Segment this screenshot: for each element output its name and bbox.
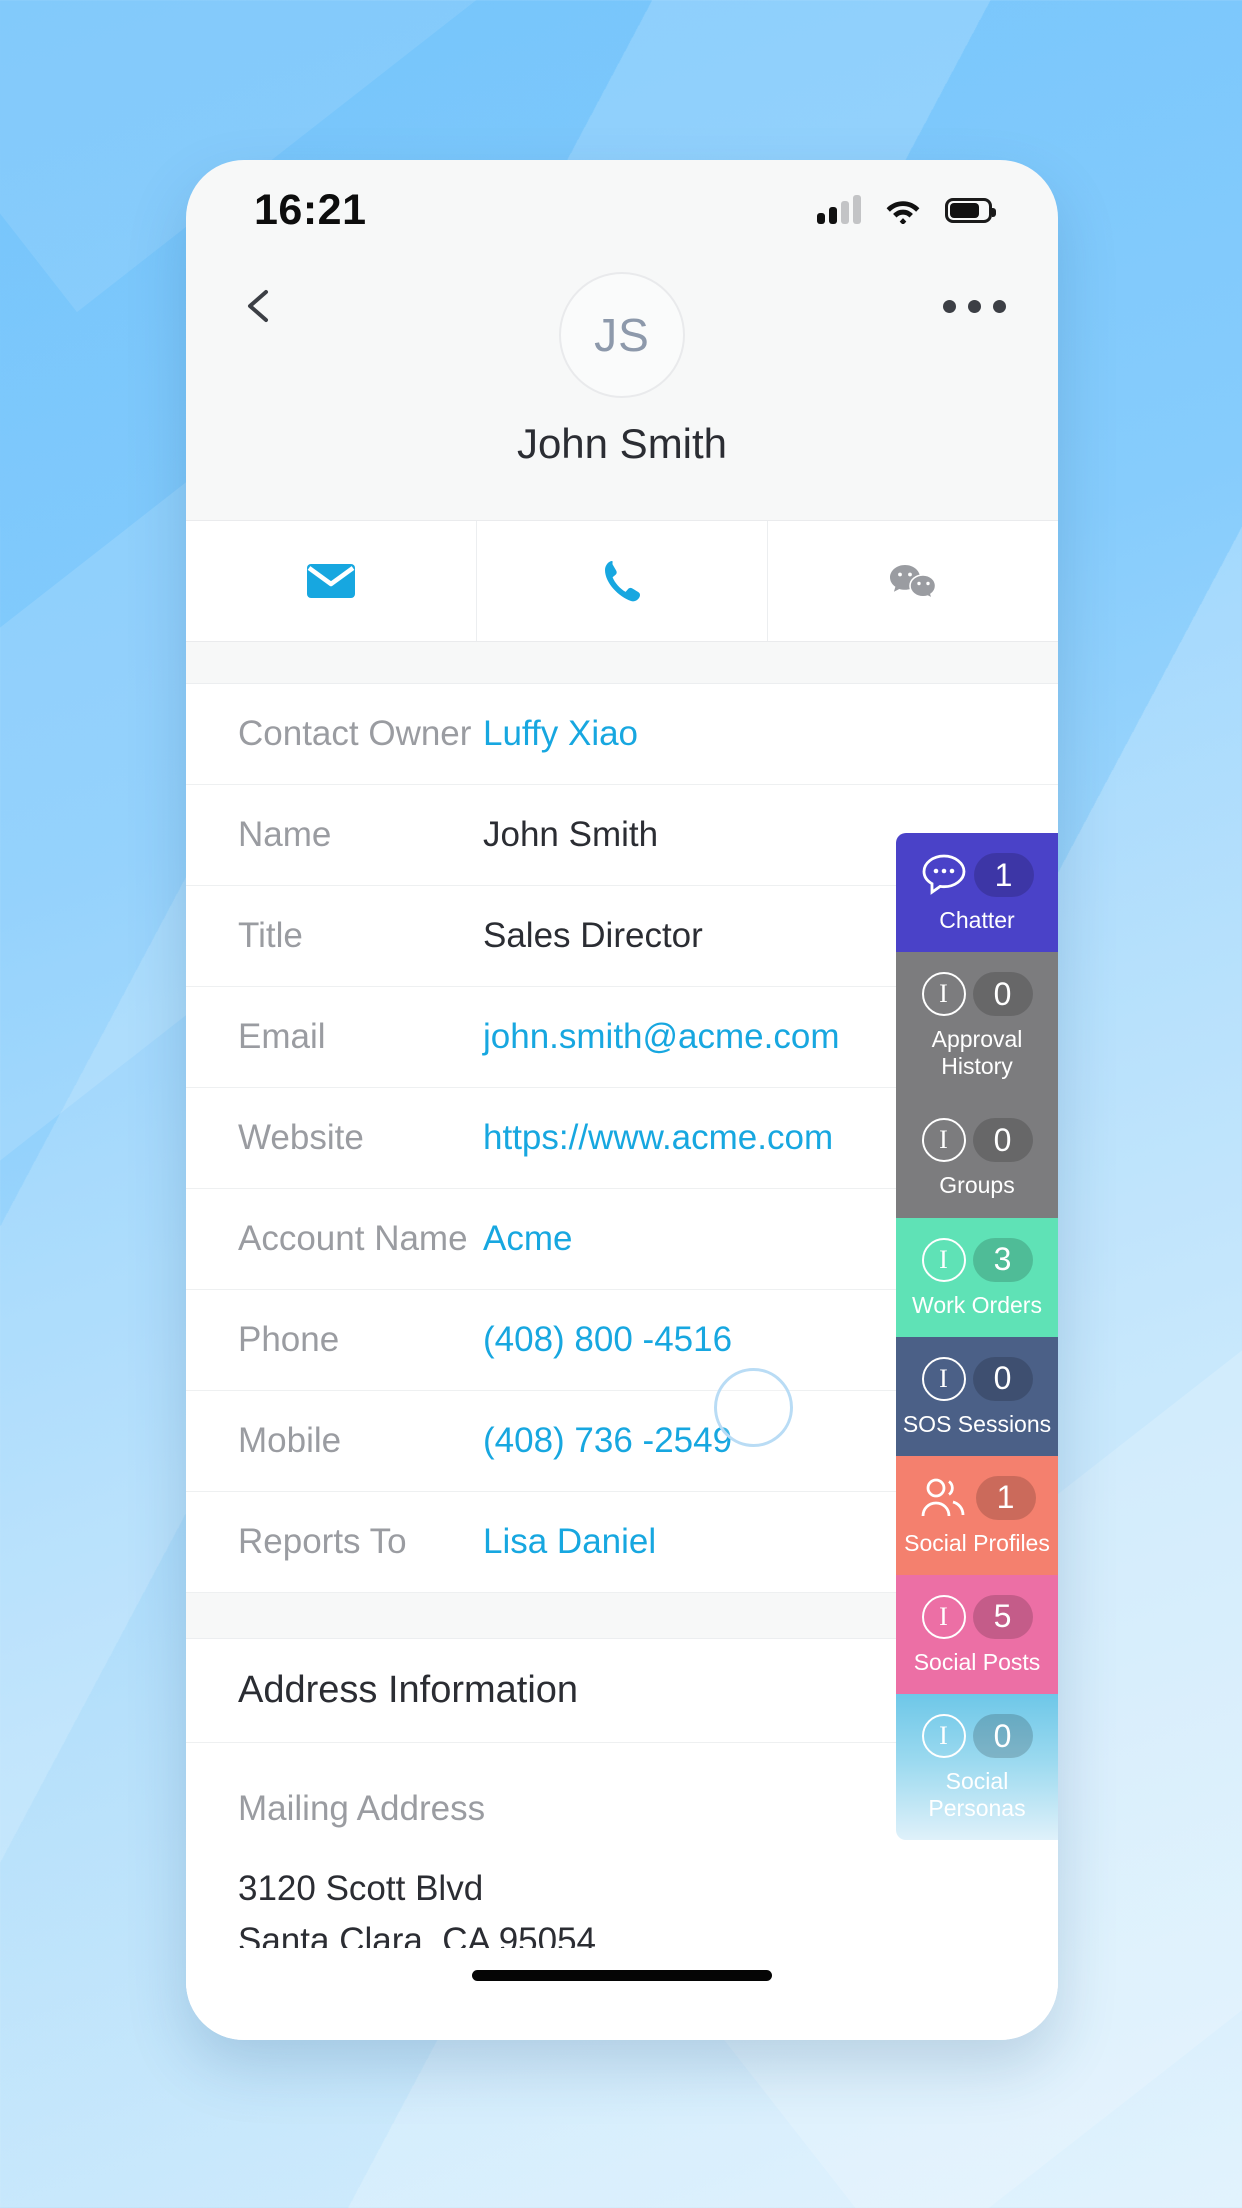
field-value[interactable]: Lisa Daniel — [483, 1522, 656, 1562]
related-label: Social Profiles — [904, 1529, 1050, 1556]
section-spacer — [186, 642, 1058, 684]
avatar: JS — [559, 272, 685, 398]
phone-frame: 16:21 JS John Smith Contact Owner Luffy … — [186, 160, 1058, 2040]
related-tile-groups[interactable]: I 0 Groups — [896, 1098, 1058, 1218]
related-count: 1 — [975, 1475, 1036, 1520]
address-line-1: 3120 Scott Blvd — [238, 1869, 484, 1908]
contact-header: JS John Smith — [186, 260, 1058, 520]
info-icon: I — [921, 1714, 966, 1758]
wifi-icon — [885, 197, 921, 225]
field-value[interactable]: Luffy Xiao — [483, 714, 638, 754]
info-icon: I — [921, 1356, 966, 1401]
info-icon: I — [921, 1118, 966, 1163]
field-label: Name — [238, 815, 332, 854]
related-count: 5 — [972, 1594, 1033, 1639]
field-label: Title — [238, 916, 303, 955]
related-tile-social-personas[interactable]: I 0 Social Personas — [896, 1694, 1058, 1841]
related-label: SOS Sessions — [902, 1410, 1052, 1437]
related-tile-sos-sessions[interactable]: I 0 SOS Sessions — [896, 1336, 1058, 1456]
related-count: 0 — [972, 1118, 1033, 1163]
phone-icon — [605, 561, 640, 602]
people-icon — [919, 1476, 969, 1520]
related-count: 0 — [972, 1714, 1033, 1758]
more-options-icon[interactable] — [943, 300, 1006, 313]
info-icon: I — [921, 1594, 966, 1639]
related-label: Chatter — [939, 907, 1015, 933]
status-bar: 16:21 — [186, 160, 1058, 260]
field-label: Email — [238, 1017, 326, 1056]
related-label: Social Personas — [928, 1768, 1026, 1822]
related-lists-panel: 1 Chatter I 0 Approval History I 0 Group… — [896, 833, 1058, 1841]
related-label: Approval History — [931, 1026, 1023, 1080]
field-value[interactable]: john.smith@acme.com — [483, 1017, 839, 1057]
field-value: Sales Director — [483, 916, 703, 955]
related-tile-approval-history[interactable]: I 0 Approval History — [896, 952, 1058, 1099]
field-label: Contact Owner — [238, 714, 472, 753]
field-value[interactable]: Acme — [483, 1219, 572, 1259]
related-count: 0 — [972, 1356, 1033, 1401]
related-label: Groups — [939, 1172, 1015, 1199]
related-tile-work-orders[interactable]: I 3 Work Orders — [896, 1217, 1058, 1337]
related-label: Work Orders — [912, 1291, 1042, 1318]
related-tile-social-posts[interactable]: I 5 Social Posts — [896, 1574, 1058, 1694]
related-tile-chatter[interactable]: 1 Chatter — [896, 833, 1058, 953]
chat-bubble-icon — [921, 853, 967, 897]
signal-bars-icon — [817, 195, 861, 224]
back-chevron-icon[interactable] — [238, 284, 282, 328]
wechat-icon — [890, 565, 937, 601]
table-row[interactable]: Contact Owner Luffy Xiao — [186, 684, 1058, 785]
envelope-icon — [307, 564, 355, 598]
wechat-action-button[interactable] — [768, 521, 1058, 641]
field-value[interactable]: (408) 736 -2549 — [483, 1421, 732, 1461]
status-clock: 16:21 — [254, 185, 367, 234]
email-action-button[interactable] — [186, 521, 477, 641]
field-label: Mobile — [238, 1421, 342, 1460]
field-label: Reports To — [238, 1522, 407, 1561]
home-indicator-bar[interactable] — [472, 1970, 772, 1981]
home-indicator-area — [186, 1948, 1058, 2040]
related-tile-social-profiles[interactable]: 1 Social Profiles — [896, 1455, 1058, 1575]
field-label: Phone — [238, 1320, 340, 1359]
related-label: Social Posts — [913, 1648, 1041, 1675]
call-action-button[interactable] — [477, 521, 768, 641]
related-count: 1 — [973, 853, 1034, 897]
field-label: Account Name — [238, 1219, 468, 1258]
info-icon: I — [921, 972, 966, 1017]
info-icon: I — [921, 1237, 966, 1282]
related-count: 3 — [972, 1237, 1033, 1282]
related-count: 0 — [972, 972, 1033, 1017]
field-value: John Smith — [483, 815, 659, 854]
field-value[interactable]: https://www.acme.com — [483, 1118, 833, 1158]
field-label: Website — [238, 1118, 364, 1157]
status-indicators — [817, 195, 996, 225]
battery-icon — [945, 197, 996, 223]
field-label: Mailing Address — [238, 1789, 486, 1828]
page-title: John Smith — [516, 420, 728, 467]
action-bar — [186, 520, 1058, 642]
field-value[interactable]: (408) 800 -4516 — [483, 1320, 732, 1360]
